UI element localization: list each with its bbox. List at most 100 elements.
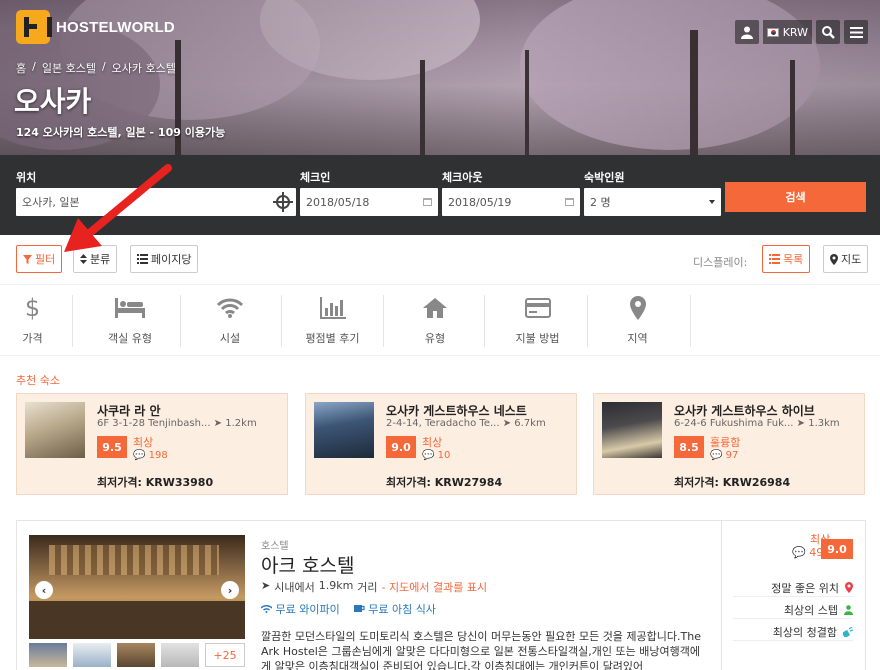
rating-score: 9.5 — [97, 436, 127, 458]
divider — [72, 295, 73, 347]
page-subtitle: 124 오사카의 호스텔, 일본 - 109 이용가능 — [16, 126, 226, 139]
divider — [721, 521, 722, 670]
divider — [587, 295, 588, 347]
category-facilities[interactable]: 시설 — [190, 285, 270, 357]
category-price[interactable]: $ 가격 — [10, 285, 55, 357]
category-reviews[interactable]: 평점별 후기 — [290, 285, 375, 357]
category-room-type[interactable]: 객실 유형 — [90, 285, 170, 357]
breadcrumb-japan[interactable]: 일본 호스텔 — [42, 60, 96, 76]
more-photos-button[interactable]: +25 — [205, 643, 245, 667]
recommended-card[interactable]: 오사카 게스트하우스 하이브 6-24-6 Fukushima Fuk... ➤… — [593, 393, 865, 495]
checkout-label: 체크아웃 — [442, 171, 483, 184]
coffee-icon — [353, 605, 365, 612]
currency-selector[interactable]: KRW — [762, 20, 812, 44]
menu-icon[interactable] — [844, 20, 868, 44]
page-title: 오사카 — [14, 85, 92, 118]
list-view-label: 목록 — [783, 253, 804, 266]
search-icon[interactable] — [816, 20, 840, 44]
lowest-price: 최저가격: KRW26984 — [674, 476, 791, 489]
display-label: 디스플레이: — [693, 256, 748, 269]
category-payment[interactable]: 지불 방법 — [495, 285, 580, 357]
photo-floor — [29, 601, 245, 639]
divider — [484, 295, 485, 347]
review-count: 💬 198 — [133, 450, 168, 461]
currency-label: KRW — [782, 25, 808, 39]
category-property-type[interactable]: 유형 — [395, 285, 475, 357]
property-description: 깔끔한 모던스타일의 도미토리식 호스텔은 당신이 머무는동안 필요한 모든 것… — [261, 630, 701, 670]
logo-icon — [16, 10, 52, 44]
wifi-icon — [260, 605, 273, 613]
rating-score: 9.0 — [821, 539, 853, 559]
photo-thumbnail[interactable] — [29, 643, 67, 667]
site-logo[interactable]: HOSTELWORLD — [16, 10, 175, 44]
recommended-card[interactable]: 사쿠라 라 안 6F 3-1-28 Tenjinbash... ➤ 1.2km … — [16, 393, 288, 495]
property-name[interactable]: 아크 호스텔 — [261, 551, 354, 578]
property-photo[interactable] — [29, 535, 245, 639]
locate-icon[interactable] — [273, 192, 293, 212]
photo-thumbnail[interactable] — [73, 643, 111, 667]
property-type: 호스텔 — [261, 541, 289, 552]
guests-label: 숙박인원 — [584, 171, 625, 184]
map-pin-icon — [845, 582, 853, 593]
hostel-name[interactable]: 오사카 게스트하우스 네스트 — [386, 402, 527, 419]
dollar-icon: $ — [24, 294, 41, 322]
chevron-down-icon — [709, 200, 715, 204]
hostel-address: 2-4-14, Teradacho Te... ➤ 6.7km — [386, 418, 546, 429]
hostel-photo[interactable] — [602, 402, 662, 458]
hostel-address: 6-24-6 Fukushima Fuk... ➤ 1.3km — [674, 418, 840, 429]
checkout-input[interactable]: 2018/05/19 — [442, 188, 580, 216]
hero-banner: HOSTELWORLD KRW 홈 / 일본 호스텔 / 오사카 호스텔 오사카… — [0, 0, 880, 155]
property-distance: ➤ 시내에서 1.9km 거리 - 지도에서 결과를 표시 — [261, 579, 487, 595]
hostel-photo[interactable] — [25, 402, 85, 458]
distance-prefix: 시내에서 — [274, 581, 315, 594]
bed-icon — [115, 296, 145, 320]
category-label: 시설 — [219, 332, 241, 345]
map-pin-icon — [629, 296, 646, 320]
annotation-arrow-icon — [64, 164, 172, 252]
rating-label: 최상 — [422, 436, 443, 449]
lowest-price: 최저가격: KRW27984 — [386, 476, 503, 489]
review-count: 💬 10 — [422, 450, 451, 461]
wifi-icon — [217, 296, 243, 320]
logo-text: HOSTELWORLD — [56, 18, 175, 36]
photo-ceiling — [49, 545, 219, 575]
distance-value: 1.9km — [318, 579, 354, 592]
hostel-distance: 6.7km — [514, 418, 546, 429]
header-actions: KRW — [734, 20, 868, 44]
free-wifi: 무료 와이파이 — [260, 601, 340, 617]
recommended-card[interactable]: 오사카 게스트하우스 네스트 2-4-14, Teradacho Te... ➤… — [305, 393, 577, 495]
breadcrumb-home[interactable]: 홈 — [16, 60, 26, 76]
map-view-button[interactable]: 지도 — [823, 245, 869, 273]
guests-select[interactable]: 2 명 — [584, 188, 721, 216]
hostel-name[interactable]: 오사카 게스트하우스 하이브 — [674, 402, 815, 419]
checkin-label: 체크인 — [300, 171, 331, 184]
rating-label: 훌륭함 — [710, 436, 741, 449]
checkin-value: 2018/05/18 — [306, 195, 370, 209]
checkin-input[interactable]: 2018/05/18 — [300, 188, 438, 216]
breadcrumb-osaka[interactable]: 오사카 호스텔 — [112, 60, 176, 76]
search-button[interactable]: 검색 — [725, 182, 866, 212]
photo-thumbnail[interactable] — [117, 643, 155, 667]
hostel-distance: 1.2km — [225, 418, 257, 429]
property-facilities: 무료 와이파이 무료 아침 식사 — [260, 601, 436, 617]
user-icon[interactable] — [734, 20, 759, 44]
photo-thumbnail[interactable] — [161, 643, 199, 667]
location-label: 위치 — [16, 171, 37, 184]
map-view-label: 지도 — [841, 253, 862, 266]
hostel-name[interactable]: 사쿠라 라 안 — [97, 402, 161, 419]
calendar-icon — [423, 198, 432, 206]
breadcrumb-separator: / — [101, 60, 106, 73]
chevron-left-icon[interactable]: ‹ — [35, 581, 53, 599]
review-count: 💬 97 — [710, 450, 739, 461]
show-on-map-link[interactable]: - 지도에서 결과를 표시 — [382, 579, 488, 595]
hostel-address: 6F 3-1-28 Tenjinbash... ➤ 1.2km — [97, 418, 257, 429]
category-label: 지역 — [627, 332, 648, 345]
list-view-button[interactable]: 목록 — [762, 245, 811, 273]
hostel-photo[interactable] — [314, 402, 374, 458]
list-icon — [769, 254, 780, 264]
chevron-right-icon[interactable]: › — [221, 581, 239, 599]
guests-value: 2 명 — [590, 196, 611, 209]
category-area[interactable]: 지역 — [600, 285, 675, 357]
spray-icon — [843, 626, 853, 637]
rating-score: 8.5 — [674, 436, 704, 458]
